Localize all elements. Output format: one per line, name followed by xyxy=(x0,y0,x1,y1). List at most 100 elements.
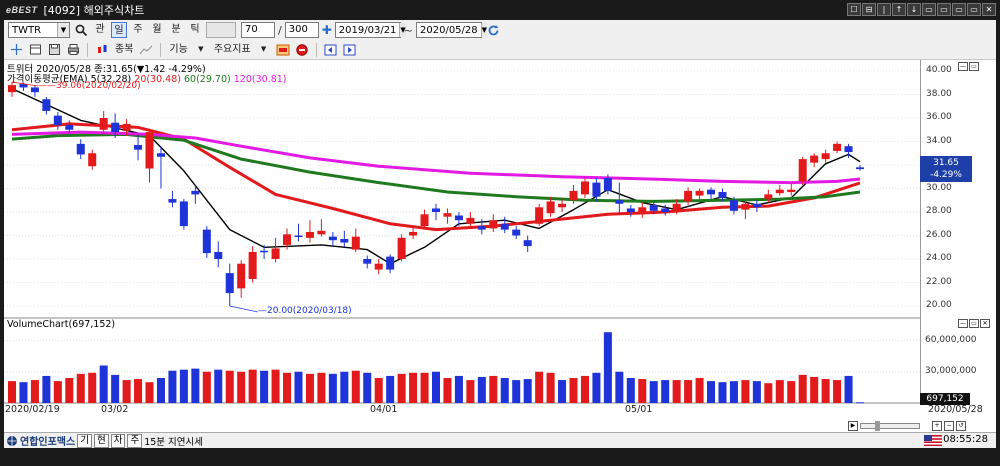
scroll-right-icon[interactable]: ▶ xyxy=(848,421,858,431)
interest-button[interactable]: 관 xyxy=(92,22,108,38)
volume-bar xyxy=(512,380,521,403)
period-week-tab[interactable]: 주 xyxy=(130,22,146,38)
panel-maximize-button[interactable]: ▭ xyxy=(969,319,979,328)
layout-icon[interactable] xyxy=(27,42,43,58)
window-control-button[interactable]: ☐ xyxy=(847,3,861,16)
plus-icon[interactable]: ✚ xyxy=(322,23,332,37)
search-icon[interactable] xyxy=(73,22,89,38)
news-source[interactable]: 연합인포맥스 xyxy=(6,433,75,448)
drawing-tool-icon[interactable] xyxy=(138,42,154,58)
candle-body xyxy=(523,240,532,247)
period-tick-tab[interactable]: 틱 xyxy=(187,22,203,38)
volume-bar xyxy=(558,380,567,403)
window-control-button[interactable]: | xyxy=(877,3,891,16)
chevron-down-icon[interactable]: ▼ xyxy=(193,42,209,58)
status-button[interactable]: 현 xyxy=(93,433,109,448)
volume-bar xyxy=(821,379,830,403)
panel-maximize-button[interactable]: ▭ xyxy=(969,62,979,71)
volume-bar xyxy=(764,383,773,403)
high-annotation-label: 39.06(2020/02/20) xyxy=(56,81,141,91)
volume-bar xyxy=(99,365,108,403)
volume-bars xyxy=(7,332,865,404)
end-date-picker[interactable]: 2020/05/28 ▼ xyxy=(416,22,488,38)
function-menu[interactable]: 기능 xyxy=(167,42,189,58)
ema-lines xyxy=(11,87,861,265)
volume-bar xyxy=(202,371,211,403)
save-icon[interactable] xyxy=(46,42,62,58)
window-control-button[interactable]: ▭ xyxy=(937,3,951,16)
zoom-slider-knob[interactable] xyxy=(875,421,880,431)
chevron-down-icon[interactable]: ▼ xyxy=(256,42,272,58)
ticker-select[interactable]: TWTR ▼ xyxy=(8,22,70,38)
period-month-tab[interactable]: 월 xyxy=(149,22,165,38)
volume-bar xyxy=(317,372,326,403)
screen-left-icon[interactable] xyxy=(323,42,339,58)
window-control-button[interactable]: ▭ xyxy=(952,3,966,16)
candle-body xyxy=(111,122,120,133)
count-input[interactable]: 70 xyxy=(241,22,275,38)
print-icon[interactable] xyxy=(65,42,81,58)
chevron-down-icon[interactable]: ▼ xyxy=(57,23,69,37)
screen-right-icon[interactable] xyxy=(342,42,358,58)
close-button[interactable]: ✕ xyxy=(982,3,996,16)
price-panel-buttons: — ▭ xyxy=(958,62,979,71)
candle-type-icon[interactable] xyxy=(94,42,110,58)
candle-body xyxy=(661,208,670,212)
window-control-button[interactable]: ⊟ xyxy=(862,3,876,16)
low-annotation: —20.00(2020/03/18) xyxy=(258,306,352,316)
candle-body xyxy=(752,203,761,208)
volume-bar xyxy=(477,376,486,403)
ema-line-120 xyxy=(11,130,861,185)
alert-icon[interactable] xyxy=(294,42,310,58)
status-button[interactable]: 차 xyxy=(110,433,126,448)
chart-canvas[interactable] xyxy=(4,60,996,435)
panel-close-button[interactable]: ✕ xyxy=(980,319,990,328)
chart-area[interactable]: 트위터 2020/05/28 종:31.65(▼1.42 -4.29%) 가격이… xyxy=(4,60,996,435)
candle-body xyxy=(775,189,784,194)
volume-bar xyxy=(580,375,589,403)
toolbar-divider xyxy=(160,42,162,57)
volume-bar xyxy=(420,372,429,403)
candle-body xyxy=(821,153,830,160)
window-control-button[interactable]: ↑ xyxy=(892,3,906,16)
date-label: 04/01 xyxy=(370,404,398,415)
panel-minimize-button[interactable]: — xyxy=(958,62,968,71)
ema-line-5 xyxy=(11,87,861,265)
start-date-picker[interactable]: 2019/03/21 ▼ xyxy=(334,22,406,38)
price-tick-label: 24.00 xyxy=(926,253,952,263)
volume-bar xyxy=(695,378,704,403)
candle-body xyxy=(558,203,567,208)
volume-header: VolumeChart(697,152) xyxy=(7,319,116,330)
zoom-out-icon[interactable]: − xyxy=(944,421,954,431)
interval-select[interactable] xyxy=(206,22,236,38)
candle-body xyxy=(156,153,165,157)
refresh-icon[interactable] xyxy=(485,22,501,38)
reset-view-icon[interactable]: ↺ xyxy=(956,421,966,431)
volume-bar xyxy=(328,373,337,403)
zoom-slider[interactable] xyxy=(860,421,920,431)
high-annotation-arrow: —— xyxy=(38,81,56,91)
status-button[interactable]: 주 xyxy=(127,433,143,448)
total-input[interactable]: 300 xyxy=(284,22,319,38)
status-button[interactable]: 기 xyxy=(77,433,92,448)
volume-bar xyxy=(248,369,257,403)
candle-body xyxy=(271,248,280,259)
window-control-button[interactable]: ↓ xyxy=(907,3,921,16)
volume-bar xyxy=(397,373,406,403)
candle-body xyxy=(260,250,269,253)
volume-bar xyxy=(787,381,796,403)
period-day-tab[interactable]: 일 xyxy=(111,22,127,38)
candle-body xyxy=(168,199,177,203)
candle-body xyxy=(7,85,17,93)
mode-select[interactable]: 종복 xyxy=(113,42,135,58)
period-minute-tab[interactable]: 분 xyxy=(168,22,184,38)
panel-minimize-button[interactable]: — xyxy=(958,319,968,328)
candle-body xyxy=(134,145,143,150)
crosshair-icon[interactable] xyxy=(8,42,24,58)
window-control-button[interactable]: ▭ xyxy=(967,3,981,16)
data-icon[interactable] xyxy=(275,42,291,58)
indicator-menu[interactable]: 주요지표 xyxy=(212,42,253,58)
zoom-in-icon[interactable]: + xyxy=(932,421,942,431)
volume-bar xyxy=(569,378,578,403)
window-control-button[interactable]: ▭ xyxy=(922,3,936,16)
